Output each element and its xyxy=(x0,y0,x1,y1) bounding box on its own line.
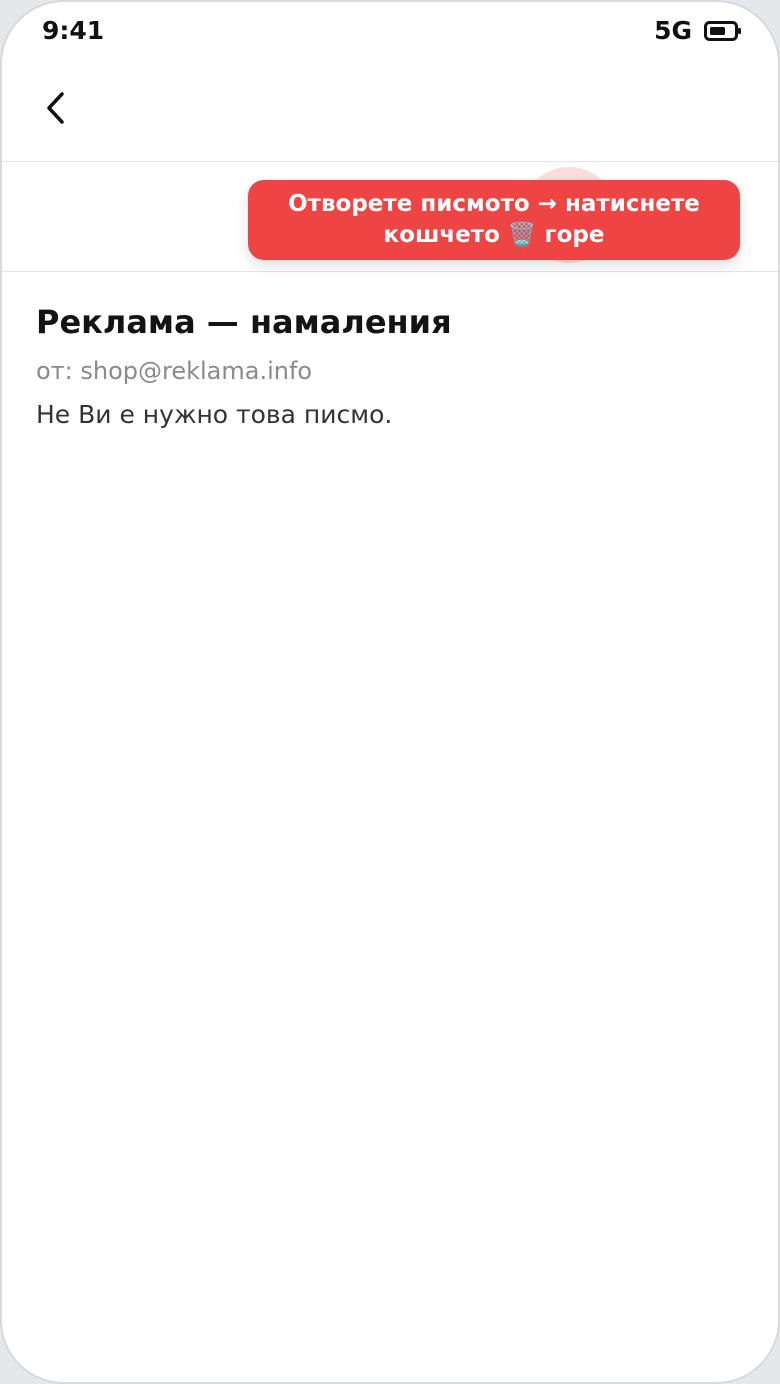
mail-subject: Реклама — намаления xyxy=(36,303,452,341)
status-bar: 9:41 5G xyxy=(2,2,778,66)
battery-icon xyxy=(704,20,742,42)
mail-content: Реклама — намаления от: shop@reklama.inf… xyxy=(36,300,744,432)
mail-sender: от: shop@reklama.info xyxy=(36,357,313,385)
navigation-bar xyxy=(2,66,778,162)
mail-toolbar: Отворете писмото → натиснете кошчето 🗑️ … xyxy=(2,162,778,272)
status-indicators: 5G xyxy=(654,16,742,45)
hint-tooltip: Отворете писмото → натиснете кошчето 🗑️ … xyxy=(248,180,740,260)
mail-body: Не Ви е нужно това писмо. xyxy=(36,400,393,429)
chevron-left-icon xyxy=(42,90,70,130)
hint-line-1: Отворете писмото → натиснете xyxy=(288,191,700,217)
status-time: 9:41 xyxy=(42,16,105,45)
network-indicator: 5G xyxy=(654,16,692,45)
hint-line-2: кошчето 🗑️ горе xyxy=(383,222,605,248)
phone-screen: 9:41 5G Отворете писмото → натиснете кош… xyxy=(0,0,780,1384)
back-button[interactable] xyxy=(28,82,84,138)
